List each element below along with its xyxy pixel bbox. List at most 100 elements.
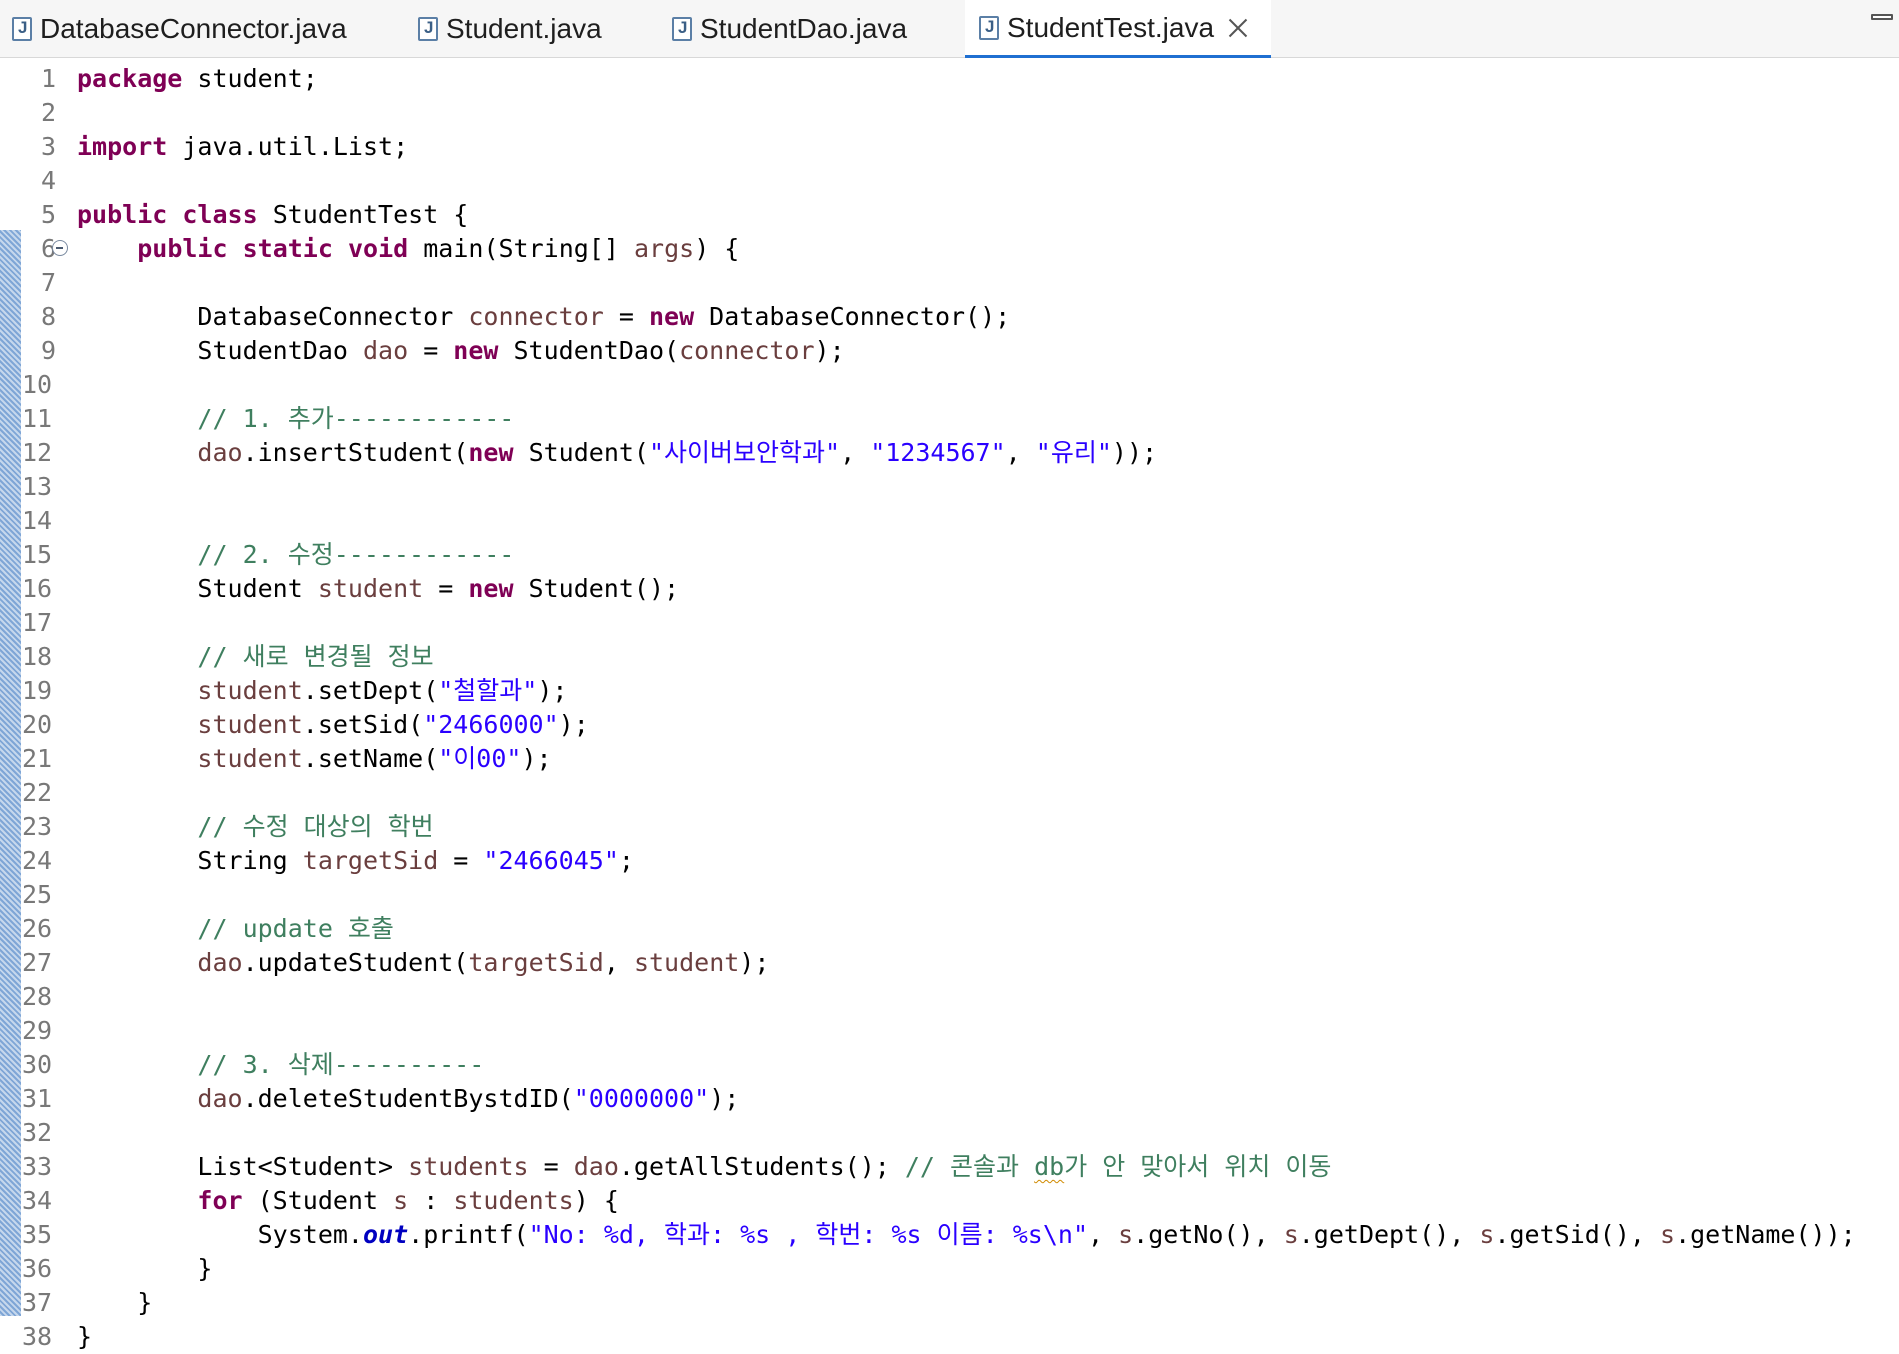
code-token: "사이버보안학과" [648,438,841,467]
code-line[interactable]: 6 public static void main(String[] args)… [0,232,1899,266]
code-text: // 1. 추가------------ [77,402,514,436]
code-line[interactable]: 26 // update 호출 [0,912,1899,946]
code-token: = [438,846,484,875]
tab-databaseconnector[interactable]: DatabaseConnector.java [12,0,361,58]
code-line[interactable]: 12 dao.insertStudent(new Student("사이버보안학… [0,436,1899,470]
code-line[interactable]: 31 dao.deleteStudentBystdID("0000000"); [0,1082,1899,1116]
code-line[interactable]: 1 package student; [0,62,1899,96]
code-line[interactable]: 16 Student student = new Student(); [0,572,1899,606]
code-token: students [453,1186,574,1215]
code-line[interactable]: 13 [0,470,1899,504]
code-token: } [77,1254,213,1283]
code-line[interactable]: 29 [0,1014,1899,1048]
code-token: public [77,200,168,229]
code-line[interactable]: 19 student.setDept("철할과"); [0,674,1899,708]
code-line[interactable]: 22 [0,776,1899,810]
code-token: ) { [573,1186,619,1215]
line-number: 19 [22,676,53,705]
code-token: )); [1111,438,1158,467]
code-token: = [408,336,454,365]
code-line[interactable]: 32 [0,1116,1899,1150]
code-line[interactable]: 10 [0,368,1899,402]
code-line[interactable]: 7 [0,266,1899,300]
code-line[interactable]: 20 student.setSid("2466000"); [0,708,1899,742]
line-number: 5 [40,200,56,229]
code-line[interactable]: 8 DatabaseConnector connector = new Data… [0,300,1899,334]
code-text: student.setDept("철할과"); [77,674,567,708]
code-token: : [408,1186,454,1215]
code-line[interactable]: 18 // 새로 변경될 정보 [0,640,1899,674]
line-number: 4 [40,166,56,195]
code-token: (Student [242,1186,394,1215]
code-line[interactable]: 28 [0,980,1899,1014]
code-line[interactable]: 37 } [0,1286,1899,1320]
line-number: 24 [22,846,53,875]
close-tab-icon[interactable] [1224,14,1252,42]
code-line[interactable]: 21 student.setName("이00"); [0,742,1899,776]
tab-studentdao[interactable]: StudentDao.java [672,0,921,58]
code-line[interactable]: 27 dao.updateStudent(targetSid, student)… [0,946,1899,980]
code-line[interactable]: 30 // 3. 삭제---------- [0,1048,1899,1082]
code-line[interactable]: 9 StudentDao dao = new StudentDao(connec… [0,334,1899,368]
code-token: Student(); [513,574,680,603]
tab-studenttest[interactable]: StudentTest.java [965,0,1271,58]
code-text: // update 호출 [77,912,394,946]
code-line[interactable]: 33 List<Student> students = dao.getAllSt… [0,1150,1899,1184]
line-number: 32 [22,1118,53,1147]
code-token: = [528,1152,574,1181]
code-token: "2466000" [423,710,559,739]
code-line[interactable]: 3 import java.util.List; [0,130,1899,164]
line-number: 13 [22,472,53,501]
code-line[interactable]: 15 // 2. 수정------------ [0,538,1899,572]
code-token: "No: %d, 학과: %s , 학번: %s 이름: %s\n" [528,1220,1088,1249]
java-file-icon [418,17,438,41]
code-text: List<Student> students = dao.getAllStude… [77,1150,1331,1184]
java-file-icon [979,15,999,40]
code-line[interactable]: 23 // 수정 대상의 학번 [0,810,1899,844]
code-token: students [408,1152,529,1181]
code-line[interactable]: 4 [0,164,1899,198]
code-line[interactable]: 14 [0,504,1899,538]
code-token: StudentDao( [498,336,680,365]
code-line[interactable]: 36 } [0,1252,1899,1286]
line-number: 11 [22,404,53,433]
fold-collapse-icon[interactable] [52,240,68,256]
code-token: , [603,948,634,977]
code-token: .setName( [302,744,439,773]
code-token: = [423,574,469,603]
code-token: .setDept( [302,676,439,705]
code-token: "유리" [1035,438,1112,467]
code-text: DatabaseConnector connector = new Databa… [77,300,1010,334]
code-line[interactable]: 11 // 1. 추가------------ [0,402,1899,436]
code-token: ); [709,1084,740,1113]
tab-student[interactable]: Student.java [418,0,616,58]
line-number: 10 [22,370,53,399]
code-text: dao.deleteStudentBystdID("0000000"); [77,1082,739,1116]
code-line[interactable]: 34 for (Student s : students) { [0,1184,1899,1218]
code-editor[interactable]: 1 package student; 2 3 import java.util.List… [0,58,1899,1351]
code-line[interactable]: 38} [0,1320,1899,1354]
code-line[interactable]: 2 [0,96,1899,130]
line-number: 28 [22,982,53,1011]
code-line[interactable]: 17 [0,606,1899,640]
code-token: db [1034,1152,1065,1181]
code-line[interactable]: 5 public class StudentTest { [0,198,1899,232]
code-line[interactable]: 25 [0,878,1899,912]
code-line[interactable]: 24 String targetSid = "2466045"; [0,844,1899,878]
code-text: public class StudentTest { [77,198,468,232]
code-token: targetSid [302,846,439,875]
code-token: s [393,1186,409,1215]
code-token: new [468,438,514,467]
minimize-icon[interactable] [1871,14,1893,20]
code-token: "이00" [438,744,522,773]
code-token: .getDept(), [1298,1220,1480,1249]
code-token: , [840,438,871,467]
code-token: , [1005,438,1036,467]
code-line[interactable]: 35 System.out.printf("No: %d, 학과: %s , 학… [0,1218,1899,1252]
code-token: // 1. 추가------------ [197,404,515,433]
code-token: s [1283,1220,1299,1249]
